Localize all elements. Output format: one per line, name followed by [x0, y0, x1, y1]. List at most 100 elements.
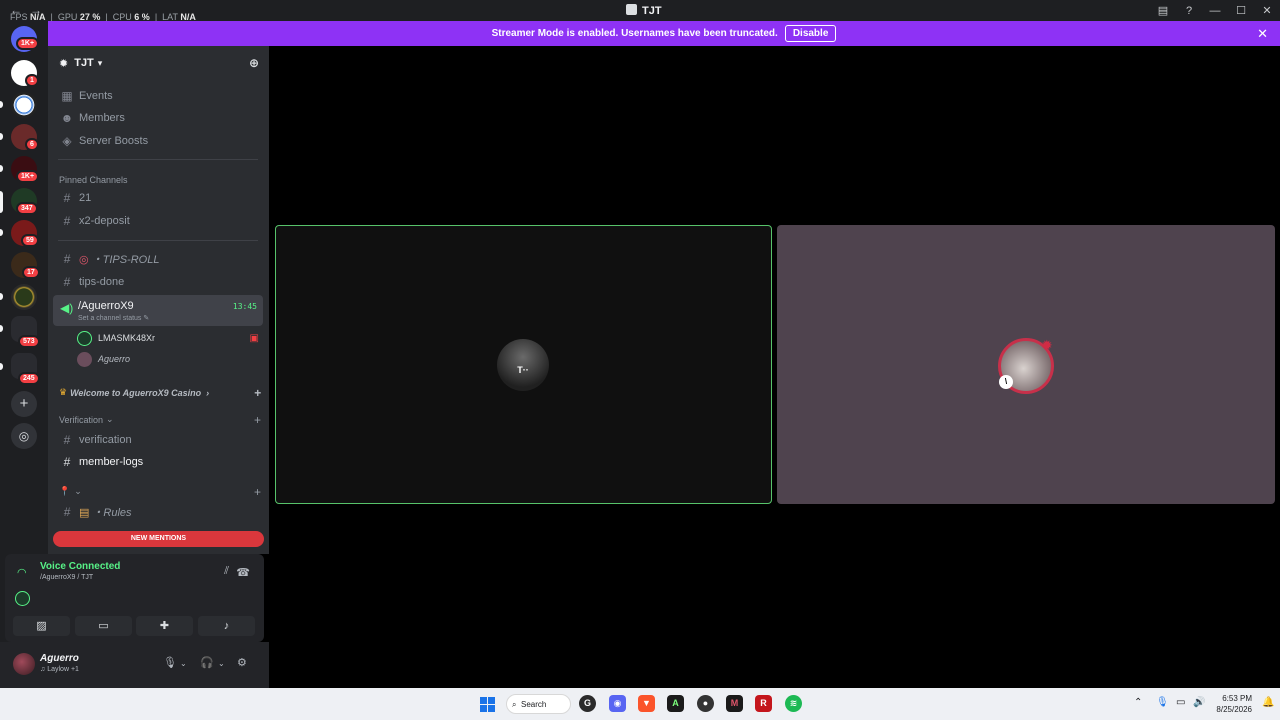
screen-share-button[interactable]: ▭: [75, 616, 132, 636]
camera-off-button[interactable]: ▨: [13, 616, 70, 636]
category-welcome[interactable]: ♛ Welcome to AguerroX9 Casino › +: [59, 386, 261, 400]
voice-user[interactable]: LMASMK48Xr ▣: [77, 328, 263, 348]
streamer-mode-banner: Streamer Mode is enabled. Usernames have…: [48, 21, 1280, 46]
taskbar-discord-icon[interactable]: ◉: [609, 695, 626, 712]
divider: [58, 240, 258, 241]
deafened-icon: \: [999, 375, 1013, 389]
start-button[interactable]: [480, 697, 495, 712]
create-channel-icon[interactable]: +: [254, 413, 261, 427]
user-status: ♫ Laylow +1: [40, 666, 79, 673]
channel-21[interactable]: #21: [53, 188, 263, 208]
headphones-icon[interactable]: 🎧: [200, 656, 214, 669]
voice-channel-aguerrox9[interactable]: ◀) /AguerroX9 Set a channel status ✎ 13:…: [53, 295, 263, 326]
server-badge: 1: [25, 74, 39, 87]
taskbar-app-icon[interactable]: ●: [697, 695, 714, 712]
new-mentions-button[interactable]: NEW MENTIONS: [53, 531, 264, 547]
avatar: ✹ \: [998, 337, 1054, 394]
crown-icon: ♛: [59, 387, 68, 397]
channel-rules[interactable]: # ▤ ・Rules: [53, 502, 263, 522]
noise-suppression-icon[interactable]: ⫽: [224, 565, 229, 578]
category-verification[interactable]: Verification ⌄ +: [59, 413, 261, 427]
avatar-decoration-icon: ✹: [1041, 337, 1053, 353]
taskbar-app-red-icon[interactable]: R: [755, 695, 772, 712]
soundboard-button[interactable]: ♪: [198, 616, 255, 636]
tray-volume-icon[interactable]: 🔊: [1193, 697, 1205, 708]
create-channel-icon[interactable]: +: [254, 386, 261, 400]
maximize-button[interactable]: ☐: [1228, 4, 1254, 17]
search-icon: ⌕: [512, 700, 517, 709]
close-button[interactable]: ✕: [1254, 4, 1280, 17]
taskbar-app-a-icon[interactable]: A: [667, 695, 684, 712]
notifications-icon[interactable]: 🔔: [1262, 697, 1274, 708]
server-badge: 17: [22, 266, 40, 279]
taskbar-app-m-icon[interactable]: M: [726, 695, 743, 712]
unread-pill: [0, 229, 3, 236]
avatar: [77, 330, 92, 346]
video-tile-aguerro[interactable]: ✹ \: [777, 225, 1275, 504]
screen-share-badge-icon: ▣: [249, 332, 259, 344]
help-icon[interactable]: ?: [1176, 5, 1202, 17]
channel-member-logs[interactable]: # member-logs: [53, 452, 263, 472]
server-icon[interactable]: [11, 92, 37, 118]
tray-network-icon[interactable]: ▭: [1176, 697, 1185, 708]
disconnect-icon[interactable]: ☎: [236, 566, 250, 579]
chevron-down-icon[interactable]: ⌄: [180, 659, 187, 668]
taskbar-spotify-icon[interactable]: ≋: [785, 695, 802, 712]
category-pin[interactable]: 📍 ⌄ +: [59, 485, 261, 499]
window-title: TJT: [626, 4, 662, 17]
voice-connected-panel: ◠ Voice Connected /AguerroX9 / TJT ⫽ ☎ ▨…: [5, 554, 264, 642]
voice-user[interactable]: Aguerro: [77, 349, 263, 369]
nav-members[interactable]: ☻ Members: [53, 108, 263, 128]
channel-verification[interactable]: # verification: [53, 430, 263, 450]
speaker-icon: ◀): [60, 301, 74, 315]
chevron-down-icon[interactable]: ⌄: [218, 659, 225, 668]
disable-streamer-mode-button[interactable]: Disable: [784, 25, 837, 42]
nav-server-boosts[interactable]: ◈ Server Boosts: [53, 131, 263, 151]
server-badge: 347: [16, 202, 38, 215]
server-header[interactable]: ✹ TJT ▾ ⊕: [48, 46, 269, 80]
hashtag-icon: #: [63, 505, 71, 519]
channel-x2-deposit[interactable]: # x2-deposit: [53, 211, 263, 231]
close-banner-icon[interactable]: ✕: [1257, 26, 1268, 42]
video-tile-lmasmk48xr[interactable]: T··: [275, 225, 772, 504]
server-badge: 6: [25, 138, 39, 151]
taskbar-app-g-icon[interactable]: G: [579, 695, 596, 712]
explore-icon[interactable]: ◎: [11, 423, 37, 449]
scroll-emoji-icon: ▤: [79, 506, 90, 519]
unread-pill: [0, 101, 3, 108]
hashtag-icon: #: [63, 214, 71, 228]
hashtag-icon: #: [63, 455, 71, 469]
activities-button[interactable]: ✚: [136, 616, 193, 636]
avatar: T··: [497, 339, 549, 391]
tray-overflow-icon[interactable]: ⌃: [1134, 697, 1142, 708]
invite-people-icon[interactable]: ⊕: [249, 56, 259, 70]
pin-icon: 📍: [59, 486, 71, 496]
server-glyph-icon: [626, 4, 637, 15]
avatar: [15, 591, 30, 606]
server-icon[interactable]: [11, 284, 37, 310]
signal-icon[interactable]: ◠: [17, 566, 27, 579]
microphone-icon[interactable]: 🎙: [163, 656, 177, 669]
gear-icon[interactable]: ⚙: [237, 656, 247, 669]
create-channel-icon[interactable]: +: [254, 485, 261, 499]
set-channel-status[interactable]: Set a channel status ✎: [78, 314, 149, 322]
avatar[interactable]: [13, 653, 35, 675]
voice-connected-title: Voice Connected: [40, 561, 121, 572]
channel-tips-roll[interactable]: # ◎ ・TIPS-ROLL: [53, 249, 263, 269]
minimize-button[interactable]: —: [1202, 5, 1228, 17]
username: Aguerro: [40, 653, 79, 664]
inbox-icon[interactable]: ▤: [1150, 4, 1176, 17]
taskbar-search[interactable]: ⌕ Search: [506, 694, 571, 714]
tray-mic-icon[interactable]: 🎙: [1156, 697, 1169, 708]
hashtag-icon: #: [63, 191, 71, 205]
unread-pill: [0, 133, 3, 140]
server-badge: 59: [21, 234, 39, 247]
taskbar-brave-icon[interactable]: ▼: [638, 695, 655, 712]
channel-tips-done[interactable]: # tips-done: [53, 272, 263, 292]
taskbar-clock[interactable]: 6:53 PM 8/25/2026: [1212, 693, 1252, 715]
add-server-icon[interactable]: +: [11, 391, 37, 417]
boost-icon: ◈: [62, 134, 72, 148]
nav-events[interactable]: ▦ Events: [53, 86, 263, 106]
voice-connected-subtitle[interactable]: /AguerroX9 / TJT: [40, 574, 93, 581]
avatar: [77, 351, 92, 367]
